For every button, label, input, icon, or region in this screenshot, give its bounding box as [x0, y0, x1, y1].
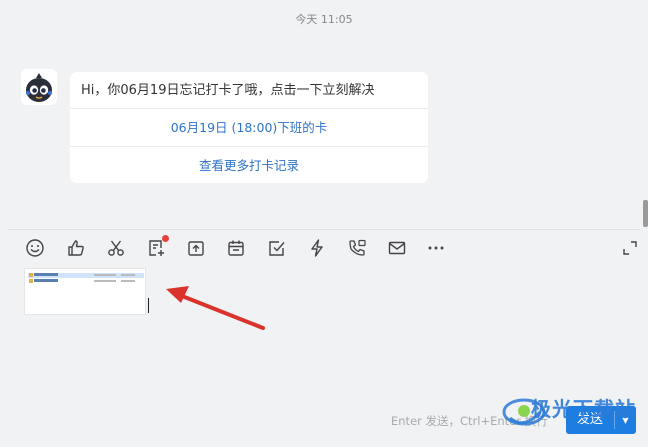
thumbs-up-icon: [68, 240, 84, 256]
upload-icon: [188, 241, 204, 256]
mail-icon: [388, 241, 406, 255]
clock-reminder-card: Hi，你06月19日忘记打卡了哦，点击一下立刻解决 06月19日 (18:00)…: [70, 72, 428, 183]
bot-avatar[interactable]: [21, 69, 57, 105]
pasted-image-thumbnail[interactable]: [24, 268, 146, 315]
view-more-records-link[interactable]: 查看更多打卡记录: [70, 146, 428, 183]
watermark-text: 极光下载站: [531, 397, 636, 421]
scissors-icon: [108, 240, 124, 256]
screenshot-button[interactable]: [105, 237, 127, 259]
thumbnail-file-row: [28, 279, 144, 284]
chat-area: 今天 11:05 Hi，你06月19日忘记打卡了哦，点击一下立刻解决 06月19…: [0, 0, 648, 229]
more-button[interactable]: [425, 237, 447, 259]
more-icon: [428, 246, 444, 250]
expand-icon: [623, 241, 637, 255]
calendar-icon: [228, 240, 244, 256]
mail-button[interactable]: [386, 237, 408, 259]
message-timestamp: 今天 11:05: [295, 13, 353, 26]
upload-file-button[interactable]: [185, 237, 207, 259]
card-message: Hi，你06月19日忘记打卡了哦，点击一下立刻解决: [70, 72, 428, 109]
like-button[interactable]: [65, 237, 87, 259]
input-toolbar: [0, 230, 648, 266]
task-button[interactable]: [266, 237, 288, 259]
clock-in-link[interactable]: 06月19日 (18:00)下班的卡: [70, 109, 428, 146]
quick-action-button[interactable]: [306, 237, 328, 259]
chat-scrollbar[interactable]: [643, 200, 648, 227]
lightning-icon: [311, 239, 323, 257]
emoji-button[interactable]: [24, 237, 46, 259]
text-cursor: [148, 298, 149, 313]
expand-input-button[interactable]: [619, 237, 641, 259]
note-button[interactable]: [145, 235, 169, 259]
bot-avatar-icon: [21, 69, 57, 105]
call-button[interactable]: [346, 237, 368, 259]
thumbnail-file-row: [28, 273, 144, 278]
schedule-button[interactable]: [225, 237, 247, 259]
notification-dot: [162, 235, 169, 242]
emoji-icon: [26, 239, 44, 257]
send-hint: Enter 发送，Ctrl+Enter 换行: [391, 414, 548, 428]
checkbox-icon: [269, 241, 285, 256]
phone-icon: [349, 239, 366, 256]
